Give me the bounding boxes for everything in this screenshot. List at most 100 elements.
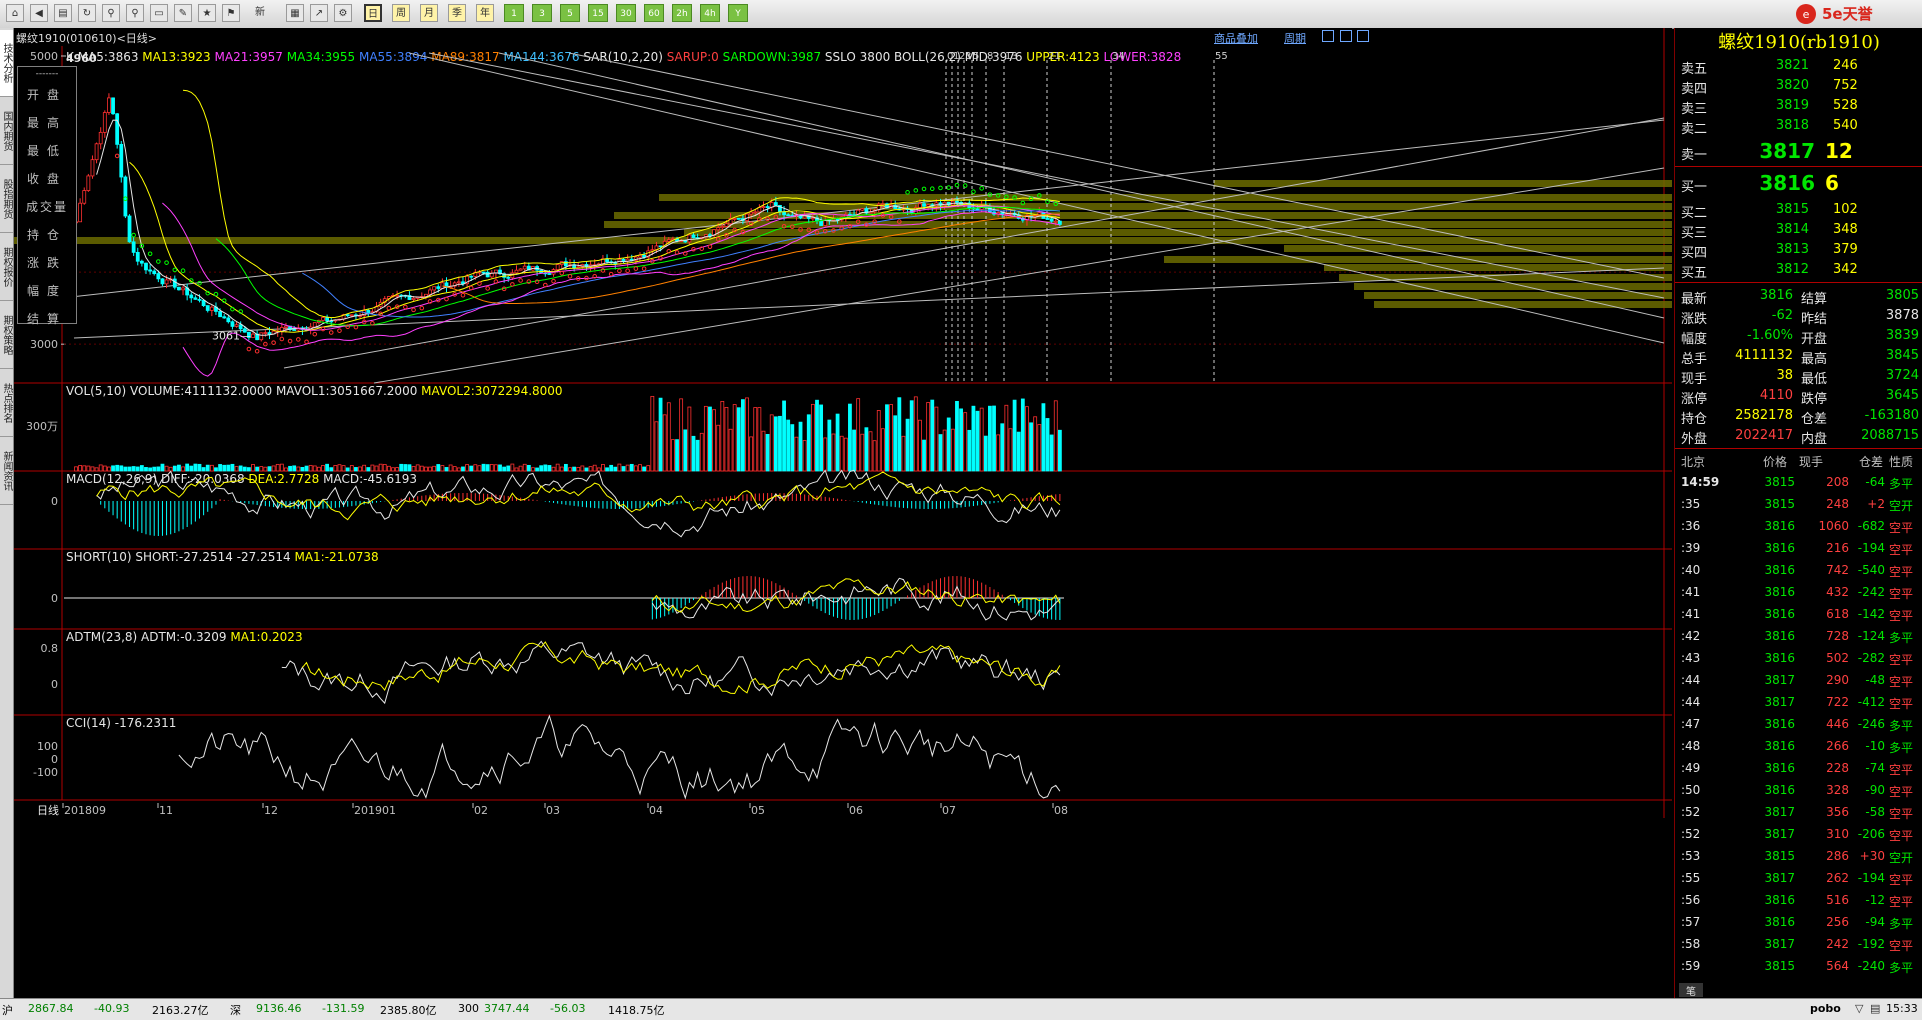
candle-body	[506, 276, 511, 279]
period-7-button[interactable]: 5	[560, 4, 580, 22]
grid-icon[interactable]: ▦	[286, 4, 304, 22]
ask-1-row-price[interactable]: 3817	[1735, 139, 1815, 163]
volume-bar	[201, 467, 206, 472]
volume-bar	[164, 465, 169, 472]
refresh-icon[interactable]: ↻	[78, 4, 96, 22]
volume-bar	[959, 408, 963, 472]
contract-title: 螺纹1910(rb1910)	[1718, 32, 1880, 53]
ask-row-3-price[interactable]: 3818	[1735, 118, 1809, 133]
ask-row-2-price[interactable]: 3819	[1735, 98, 1809, 113]
funnel-icon[interactable]: ⚑	[222, 4, 240, 22]
tick-price: 3817	[1764, 673, 1795, 687]
cci-line	[178, 714, 1061, 800]
candle-body	[234, 324, 239, 327]
volume-bar	[642, 466, 646, 472]
fav-icon[interactable]: ★	[198, 4, 216, 22]
volume-bar	[185, 463, 190, 472]
volume-bar	[687, 406, 692, 472]
volume-bar	[481, 463, 486, 472]
home-icon[interactable]: ⌂	[6, 4, 24, 22]
period-10-button[interactable]: 60	[644, 4, 664, 22]
quote-value-b: 3845	[1885, 348, 1919, 363]
period-3-button[interactable]: 季	[448, 4, 466, 22]
bid-row-3-price[interactable]: 3812	[1735, 262, 1809, 277]
volume-bar	[695, 439, 700, 472]
period-2-button[interactable]: 月	[420, 4, 438, 22]
find-icon[interactable]: ⚲	[126, 4, 144, 22]
search-icon[interactable]: ⚲	[102, 4, 120, 22]
close-icon[interactable]	[1357, 30, 1369, 42]
ask-row-0-price[interactable]: 3821	[1735, 58, 1809, 73]
volume-bar	[461, 466, 465, 472]
quote-row-5: 涨停 4110 跌停 3645	[1675, 386, 1922, 407]
chart-icon[interactable]: ↗	[310, 4, 328, 22]
volume-bar	[391, 467, 395, 472]
overlay-link[interactable]: 商品叠加	[1214, 30, 1258, 46]
window-controls[interactable]	[1322, 30, 1369, 45]
volume-bar	[621, 466, 626, 472]
quote-row-6: 持仓 2582178 仓差 -163180	[1675, 406, 1922, 427]
tick-oi-change: -192	[1857, 937, 1885, 951]
bid-row-0-price[interactable]: 3815	[1735, 202, 1809, 217]
chart-window[interactable]: K MA5:3863 MA13:3923 MA21:3957 MA34:3955…	[14, 28, 1672, 1000]
volume-bar	[1037, 424, 1042, 472]
volume-bar	[337, 464, 342, 472]
volume-bar	[827, 419, 832, 472]
tick-oi-change: -90	[1865, 783, 1885, 797]
nav-tab-6[interactable]: 新闻资讯	[0, 438, 13, 505]
date-label-4: 02	[474, 804, 488, 817]
candle-body	[230, 321, 235, 327]
index-change-1: -131.59	[322, 1002, 365, 1015]
nav-tab-5[interactable]: 热点排名	[0, 370, 13, 437]
period-4-button[interactable]: 年	[476, 4, 494, 22]
quote-label-a: 涨停	[1681, 392, 1708, 407]
tick-footer-tab[interactable]: 笔	[1679, 983, 1703, 998]
nav-tab-4[interactable]: 期权策略	[0, 302, 13, 369]
nav-tab-2[interactable]: 股指期货	[0, 166, 13, 233]
back-icon[interactable]: ◀	[30, 4, 48, 22]
news-icon[interactable]: ▤	[54, 4, 72, 22]
volume-bar	[683, 429, 688, 472]
minimize-icon[interactable]	[1322, 30, 1334, 42]
period-link[interactable]: 周期	[1284, 30, 1306, 46]
volume-bar	[918, 419, 922, 472]
period-9-button[interactable]: 30	[616, 4, 636, 22]
volume-bar	[555, 463, 560, 472]
period-6-button[interactable]: 3	[532, 4, 552, 22]
period-12-button[interactable]: 4h	[700, 4, 720, 22]
period-8-button[interactable]: 15	[588, 4, 608, 22]
tick-oi-change: -48	[1865, 673, 1885, 687]
period-0-button[interactable]: 日	[364, 4, 382, 22]
period-5-button[interactable]: 1	[504, 4, 524, 22]
volume-bar	[563, 463, 568, 472]
bid-1-row-price[interactable]: 3816	[1735, 171, 1815, 195]
nav-tab-0[interactable]: 技术分析	[0, 30, 13, 97]
volume-bar	[119, 465, 124, 472]
logo: e 5e天誉	[1794, 2, 1914, 26]
tick-price: 3815	[1764, 475, 1795, 489]
volume-bar	[815, 399, 819, 472]
index-turnover-0: 2163.27亿	[152, 1004, 209, 1017]
fib-label-9: 55	[1215, 51, 1228, 62]
window-icon[interactable]: ▭	[150, 4, 168, 22]
new-button[interactable]: 新	[252, 4, 268, 22]
bid-row-2-price[interactable]: 3813	[1735, 242, 1809, 257]
settings-icon[interactable]: ⚙	[334, 4, 352, 22]
nav-tab-1[interactable]: 国内期货	[0, 98, 13, 165]
macd-indicator-label-item-0: MACD(12,26,9)	[66, 472, 161, 486]
period-13-button[interactable]: Y	[728, 4, 748, 22]
volume-profile-bar	[14, 237, 1672, 244]
bid-row-1-price[interactable]: 3814	[1735, 222, 1809, 237]
ask-row-1-price[interactable]: 3820	[1735, 78, 1809, 93]
brand-label: pobo	[1810, 1002, 1841, 1015]
restore-icon[interactable]	[1339, 30, 1352, 42]
candle-body	[736, 218, 741, 220]
volume-bar	[349, 465, 354, 472]
volume-bar	[741, 399, 745, 472]
period-1-button[interactable]: 周	[392, 4, 410, 22]
draw-icon[interactable]: ✎	[174, 4, 192, 22]
volume-bar	[395, 467, 400, 472]
tick-time: :42	[1681, 629, 1701, 643]
nav-tab-3[interactable]: 期权报价	[0, 234, 13, 301]
period-11-button[interactable]: 2h	[672, 4, 692, 22]
